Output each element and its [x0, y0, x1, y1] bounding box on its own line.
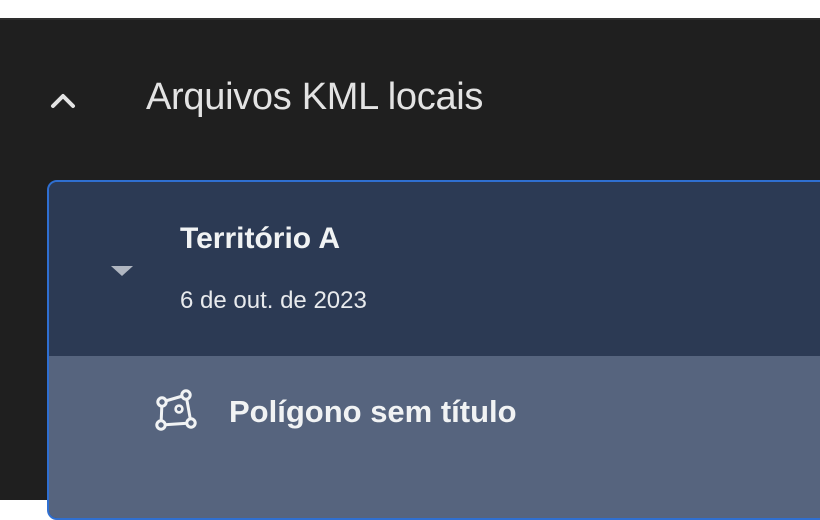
local-kml-section-header[interactable]: Arquivos KML locais: [0, 20, 820, 180]
polygon-title: Polígono sem título: [229, 394, 517, 429]
list-item-polygon[interactable]: Polígono sem título: [49, 356, 820, 518]
caret-down-icon[interactable]: [111, 266, 133, 276]
folder-name: Território A: [180, 222, 341, 255]
folder-date: 6 de out. de 2023: [180, 287, 367, 314]
polygon-icon: [155, 389, 197, 431]
kml-panel: Arquivos KML locais Território A 6 de ou…: [0, 18, 820, 520]
folder-item-territorio-a[interactable]: Território A 6 de out. de 2023: [49, 182, 820, 356]
kml-folder-card: Território A 6 de out. de 2023 Polígono …: [47, 180, 820, 520]
section-title: Arquivos KML locais: [146, 76, 484, 118]
chevron-up-icon: [51, 94, 75, 108]
